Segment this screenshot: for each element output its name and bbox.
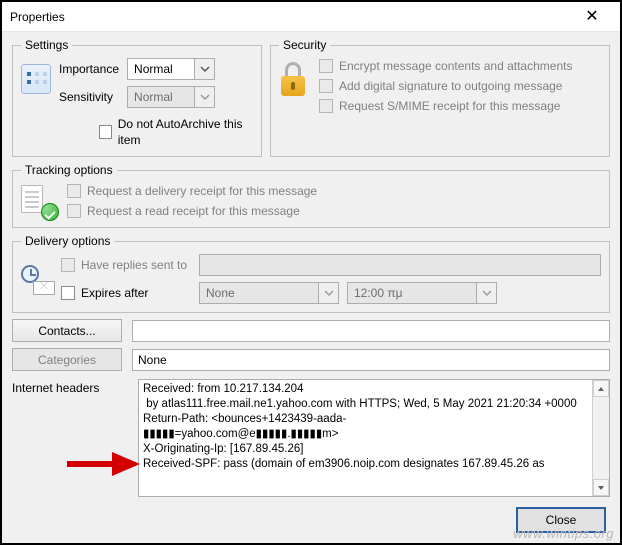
delivery-group: Delivery options Have replies sent to	[12, 234, 610, 313]
titlebar: Properties ✕	[2, 2, 620, 32]
internet-headers-label: Internet headers	[12, 379, 132, 395]
delivery-receipt-checkbox: Request a delivery receipt for this mess…	[67, 183, 317, 199]
security-group: Security Encrypt message contents and at…	[270, 38, 610, 157]
have-replies-label: Have replies sent to	[81, 257, 187, 273]
close-button-label: Close	[546, 513, 577, 527]
scroll-up-icon[interactable]	[593, 380, 609, 397]
scroll-down-icon[interactable]	[593, 479, 609, 496]
sensitivity-value: Normal	[134, 86, 173, 108]
sensitivity-label: Sensitivity	[59, 86, 119, 108]
contacts-input[interactable]	[132, 320, 610, 342]
settings-group: Settings Importance Sensitivity Normal N…	[12, 38, 262, 157]
importance-label: Importance	[59, 58, 119, 80]
delivery-legend: Delivery options	[21, 234, 114, 248]
categories-button: Categories	[12, 348, 122, 371]
read-receipt-checkbox: Request a read receipt for this message	[67, 203, 317, 219]
checkbox-box-icon	[319, 59, 333, 73]
checkbox-box-icon	[61, 258, 75, 272]
tracking-legend: Tracking options	[21, 163, 117, 177]
expires-time-value: 12:00 πμ	[354, 286, 403, 300]
scrollbar[interactable]	[592, 380, 609, 496]
encrypt-checkbox: Encrypt message contents and attachments	[319, 58, 572, 74]
close-button[interactable]: Close	[516, 507, 606, 533]
contacts-button[interactable]: Contacts...	[12, 319, 122, 342]
expires-time-select: 12:00 πμ	[347, 282, 497, 304]
importance-select[interactable]: Normal	[127, 58, 215, 80]
checkbox-box-icon	[61, 286, 75, 300]
smime-label: Request S/MIME receipt for this message	[339, 98, 560, 114]
checkbox-box-icon	[67, 204, 81, 218]
settings-legend: Settings	[21, 38, 72, 52]
autoarchive-checkbox[interactable]: Do not AutoArchive this item	[99, 116, 253, 148]
checkbox-box-icon	[99, 125, 112, 139]
delivery-receipt-label: Request a delivery receipt for this mess…	[87, 183, 317, 199]
expires-checkbox[interactable]: Expires after	[61, 285, 191, 301]
tracking-group: Tracking options Request a delivery rece…	[12, 163, 610, 228]
properties-icon	[21, 64, 51, 94]
expires-label: Expires after	[81, 285, 148, 301]
encrypt-label: Encrypt message contents and attachments	[339, 58, 572, 74]
sign-label: Add digital signature to outgoing messag…	[339, 78, 562, 94]
security-legend: Security	[279, 38, 330, 52]
sensitivity-select: Normal	[127, 86, 215, 108]
autoarchive-label: Do not AutoArchive this item	[118, 116, 253, 148]
chevron-down-icon	[318, 283, 338, 303]
categories-button-label: Categories	[38, 353, 96, 367]
have-replies-input	[199, 254, 601, 276]
receipt-icon	[21, 185, 53, 217]
chevron-down-icon	[476, 283, 496, 303]
chevron-down-icon	[194, 59, 214, 79]
checkbox-box-icon	[67, 184, 81, 198]
categories-value: None	[138, 353, 167, 367]
checkbox-box-icon	[319, 79, 333, 93]
expires-date-select: None	[199, 282, 339, 304]
importance-value: Normal	[134, 58, 173, 80]
window-title: Properties	[10, 10, 65, 24]
chevron-down-icon	[194, 87, 214, 107]
delivery-icon	[21, 265, 55, 295]
expires-date-value: None	[206, 286, 235, 300]
close-icon[interactable]: ✕	[572, 2, 612, 32]
sign-checkbox: Add digital signature to outgoing messag…	[319, 78, 572, 94]
internet-headers-text[interactable]: Received: from 10.217.134.204 by atlas11…	[138, 379, 610, 497]
read-receipt-label: Request a read receipt for this message	[87, 203, 300, 219]
contacts-button-label: Contacts...	[38, 324, 95, 338]
checkbox-box-icon	[319, 99, 333, 113]
smime-checkbox: Request S/MIME receipt for this message	[319, 98, 572, 114]
categories-input[interactable]: None	[132, 349, 610, 371]
lock-icon	[279, 60, 307, 96]
have-replies-checkbox: Have replies sent to	[61, 257, 191, 273]
headers-content: Received: from 10.217.134.204 by atlas11…	[143, 383, 577, 470]
